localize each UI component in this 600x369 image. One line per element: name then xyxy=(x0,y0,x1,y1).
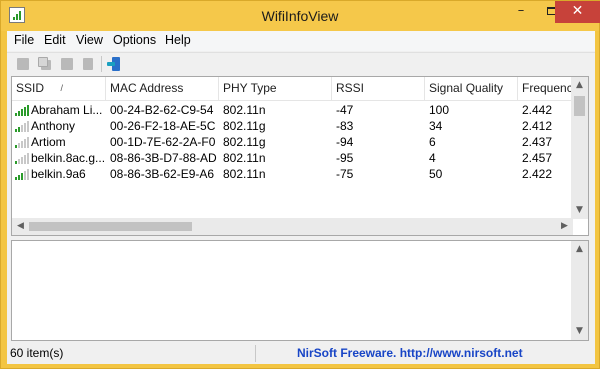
app-window: WifiInfoView – ✕ File Edit View Options … xyxy=(0,0,600,369)
client-area: File Edit View Options Help SSID / MAC A… xyxy=(7,31,595,364)
cell-quality: 6 xyxy=(429,135,436,149)
cell-phy: 802.11n xyxy=(223,151,266,165)
ssid-text: belkin.9a6 xyxy=(31,167,86,181)
cell-freq: 2.437 xyxy=(522,135,553,149)
copy-icon[interactable] xyxy=(37,56,53,72)
menu-help[interactable]: Help xyxy=(165,33,191,47)
cell-ssid: belkin.9a6 xyxy=(12,166,106,183)
cell-freq: 2.422 xyxy=(522,167,553,181)
cell-rssi: -83 xyxy=(336,119,354,133)
status-separator xyxy=(255,345,256,362)
menu-options[interactable]: Options xyxy=(113,33,156,47)
title-bar[interactable]: WifiInfoView – ✕ xyxy=(1,1,600,31)
network-list[interactable]: SSID / MAC Address PHY Type RSSI Signal … xyxy=(11,76,589,236)
column-header-phy-type[interactable]: PHY Type xyxy=(219,77,332,101)
cell-rssi: -94 xyxy=(336,135,354,149)
table-row[interactable]: Anthony 00-26-F2-18-AE-5C 802.11g -83 34 2.41… xyxy=(12,118,578,135)
column-header-signal-quality[interactable]: Signal Quality xyxy=(425,77,518,101)
horizontal-scrollbar[interactable]: ◀ ▶ xyxy=(12,218,573,235)
toolbar xyxy=(7,52,595,74)
cell-mac: 08-86-3B-D7-88-AD xyxy=(110,151,217,165)
cell-freq: 2.442 xyxy=(522,103,553,117)
cell-rssi: -47 xyxy=(336,103,354,117)
cell-quality: 50 xyxy=(429,167,443,181)
properties-icon[interactable] xyxy=(81,56,97,72)
list-header: SSID / MAC Address PHY Type RSSI Signal … xyxy=(12,77,578,101)
item-count: 60 item(s) xyxy=(10,346,64,360)
details-scroll-up-icon[interactable]: ▲ xyxy=(571,241,588,258)
signal-strength-icon xyxy=(15,121,29,132)
cell-mac: 00-1D-7E-62-2A-F0 xyxy=(110,135,216,149)
cell-ssid: Artiom xyxy=(12,134,106,151)
cell-freq: 2.457 xyxy=(522,151,553,165)
nirsoft-link[interactable]: NirSoft Freeware. http://www.nirsoft.net xyxy=(297,345,523,362)
cell-ssid: Anthony xyxy=(12,118,106,135)
cell-phy: 802.11n xyxy=(223,103,266,117)
cell-phy: 802.11g xyxy=(223,119,266,133)
cell-quality: 34 xyxy=(429,119,443,133)
details-vertical-scrollbar[interactable]: ▲ ▼ xyxy=(571,241,588,340)
ssid-text: Artiom xyxy=(31,135,66,149)
status-bar: 60 item(s) NirSoft Freeware. http://www.… xyxy=(7,343,595,364)
exit-icon[interactable] xyxy=(106,56,122,72)
cell-mac: 08-86-3B-62-E9-A6 xyxy=(110,167,215,181)
cell-rssi: -95 xyxy=(336,151,354,165)
signal-strength-icon xyxy=(15,153,29,164)
details-scroll-down-icon[interactable]: ▼ xyxy=(571,323,588,340)
signal-strength-icon xyxy=(15,137,29,148)
table-row[interactable]: Artiom 00-1D-7E-62-2A-F0 802.11g -94 6 2.437 xyxy=(12,134,578,151)
cell-mac: 00-24-B2-62-C9-54 xyxy=(110,103,214,117)
scroll-left-icon[interactable]: ◀ xyxy=(12,218,29,235)
cell-quality: 100 xyxy=(429,103,450,117)
horizontal-scroll-thumb[interactable] xyxy=(29,222,192,231)
menu-view[interactable]: View xyxy=(76,33,103,47)
scroll-up-icon[interactable]: ▲ xyxy=(571,77,588,94)
ssid-text: belkin.8ac.g... xyxy=(31,151,106,165)
table-row[interactable]: belkin.8ac.g... 08-86-3B-D7-88-AD 802.11n -… xyxy=(12,150,578,167)
vertical-scrollbar[interactable]: ▲ ▼ xyxy=(571,77,588,219)
vertical-scroll-thumb[interactable] xyxy=(574,96,585,116)
menu-bar: File Edit View Options Help xyxy=(7,31,595,51)
cell-phy: 802.11g xyxy=(223,135,266,149)
table-row[interactable]: belkin.9a6 08-86-3B-62-E9-A6 802.11n -75 50 2… xyxy=(12,166,578,183)
cell-ssid: belkin.8ac.g... xyxy=(12,150,106,167)
cell-mac: 00-26-F2-18-AE-5C xyxy=(110,119,216,133)
cell-phy: 802.11n xyxy=(223,167,266,181)
cell-ssid: Abraham Li... xyxy=(12,102,106,119)
column-header-ssid[interactable]: SSID / xyxy=(12,77,106,101)
cell-freq: 2.412 xyxy=(522,119,553,133)
column-header-mac-address[interactable]: MAC Address xyxy=(106,77,219,101)
sort-indicator: / xyxy=(60,83,63,93)
table-row[interactable]: Abraham Li... 00-24-B2-62-C9-54 802.11n -47… xyxy=(12,102,578,119)
scroll-right-icon[interactable]: ▶ xyxy=(556,218,573,235)
column-header-rssi[interactable]: RSSI xyxy=(332,77,425,101)
menu-file[interactable]: File xyxy=(14,33,34,47)
minimize-button[interactable]: – xyxy=(506,1,536,23)
menu-edit[interactable]: Edit xyxy=(44,33,66,47)
ssid-text: Anthony xyxy=(31,119,76,133)
signal-strength-icon xyxy=(15,169,29,180)
toolbar-separator xyxy=(101,56,102,72)
cell-rssi: -75 xyxy=(336,167,354,181)
scroll-down-icon[interactable]: ▼ xyxy=(571,202,588,219)
details-pane[interactable]: ▲ ▼ xyxy=(11,240,589,341)
save-icon[interactable] xyxy=(15,56,31,72)
html-report-icon[interactable] xyxy=(59,56,75,72)
cell-quality: 4 xyxy=(429,151,436,165)
ssid-text: Abraham Li... xyxy=(31,103,103,117)
column-header-frequency[interactable]: Frequency xyxy=(518,77,578,101)
close-button[interactable]: ✕ xyxy=(555,1,600,23)
signal-strength-icon xyxy=(15,105,29,116)
